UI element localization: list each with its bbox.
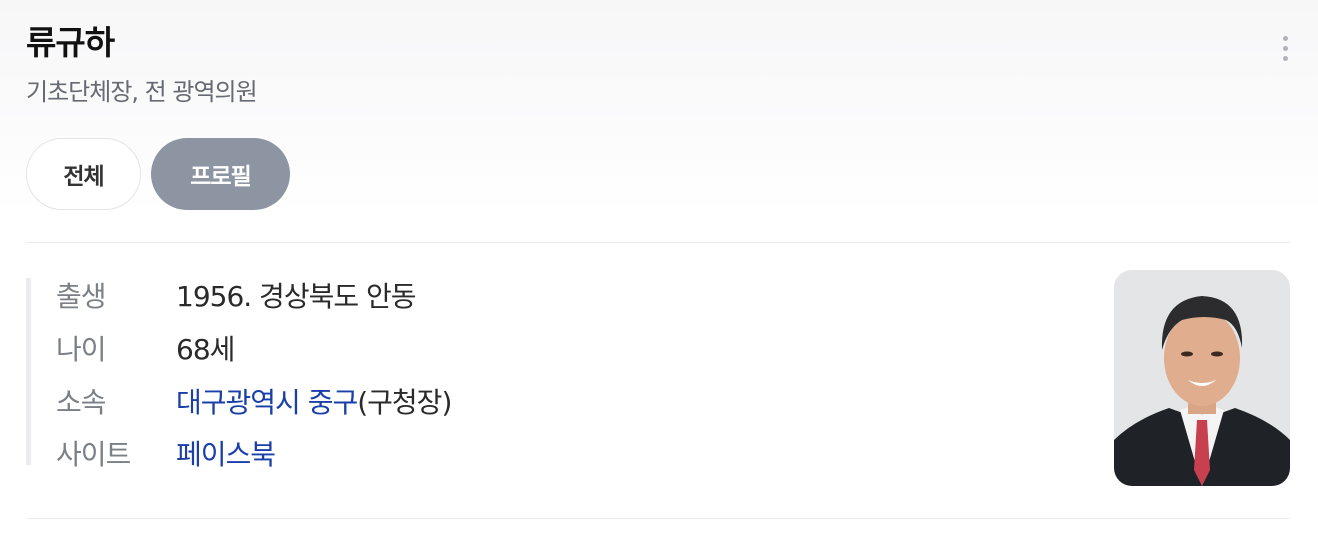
section-divider (26, 242, 1290, 243)
more-options-icon[interactable] (1270, 28, 1300, 68)
info-row-affiliation: 소속 대구광역시 중구(구청장) (56, 381, 452, 421)
tab-all[interactable]: 전체 (26, 138, 141, 210)
info-row-site: 사이트 페이스북 (56, 433, 276, 473)
profile-name: 류규하 (26, 23, 115, 62)
more-dot (1282, 45, 1288, 51)
info-row-birth: 출생 1956. 경상북도 안동 (56, 275, 417, 315)
birth-value: 1956. 경상북도 안동 (176, 280, 417, 313)
profile-photo[interactable] (1114, 270, 1290, 486)
profile-subtitle: 기초단체장, 전 광역의원 (26, 78, 258, 106)
section-divider-bottom (26, 518, 1290, 519)
info-row-age: 나이 68세 (56, 328, 235, 368)
tab-profile[interactable]: 프로필 (151, 138, 290, 210)
affiliation-suffix: (구청장) (357, 386, 452, 419)
birth-label: 출생 (56, 280, 107, 313)
facebook-link[interactable]: 페이스북 (176, 438, 276, 471)
age-value: 68세 (176, 333, 235, 366)
more-dot (1282, 55, 1288, 61)
age-label: 나이 (56, 333, 107, 366)
affiliation-label: 소속 (56, 386, 107, 419)
affiliation-link[interactable]: 대구광역시 중구 (176, 386, 358, 419)
info-accent-bar (26, 278, 31, 465)
more-dot (1282, 35, 1288, 41)
site-label: 사이트 (56, 438, 131, 471)
